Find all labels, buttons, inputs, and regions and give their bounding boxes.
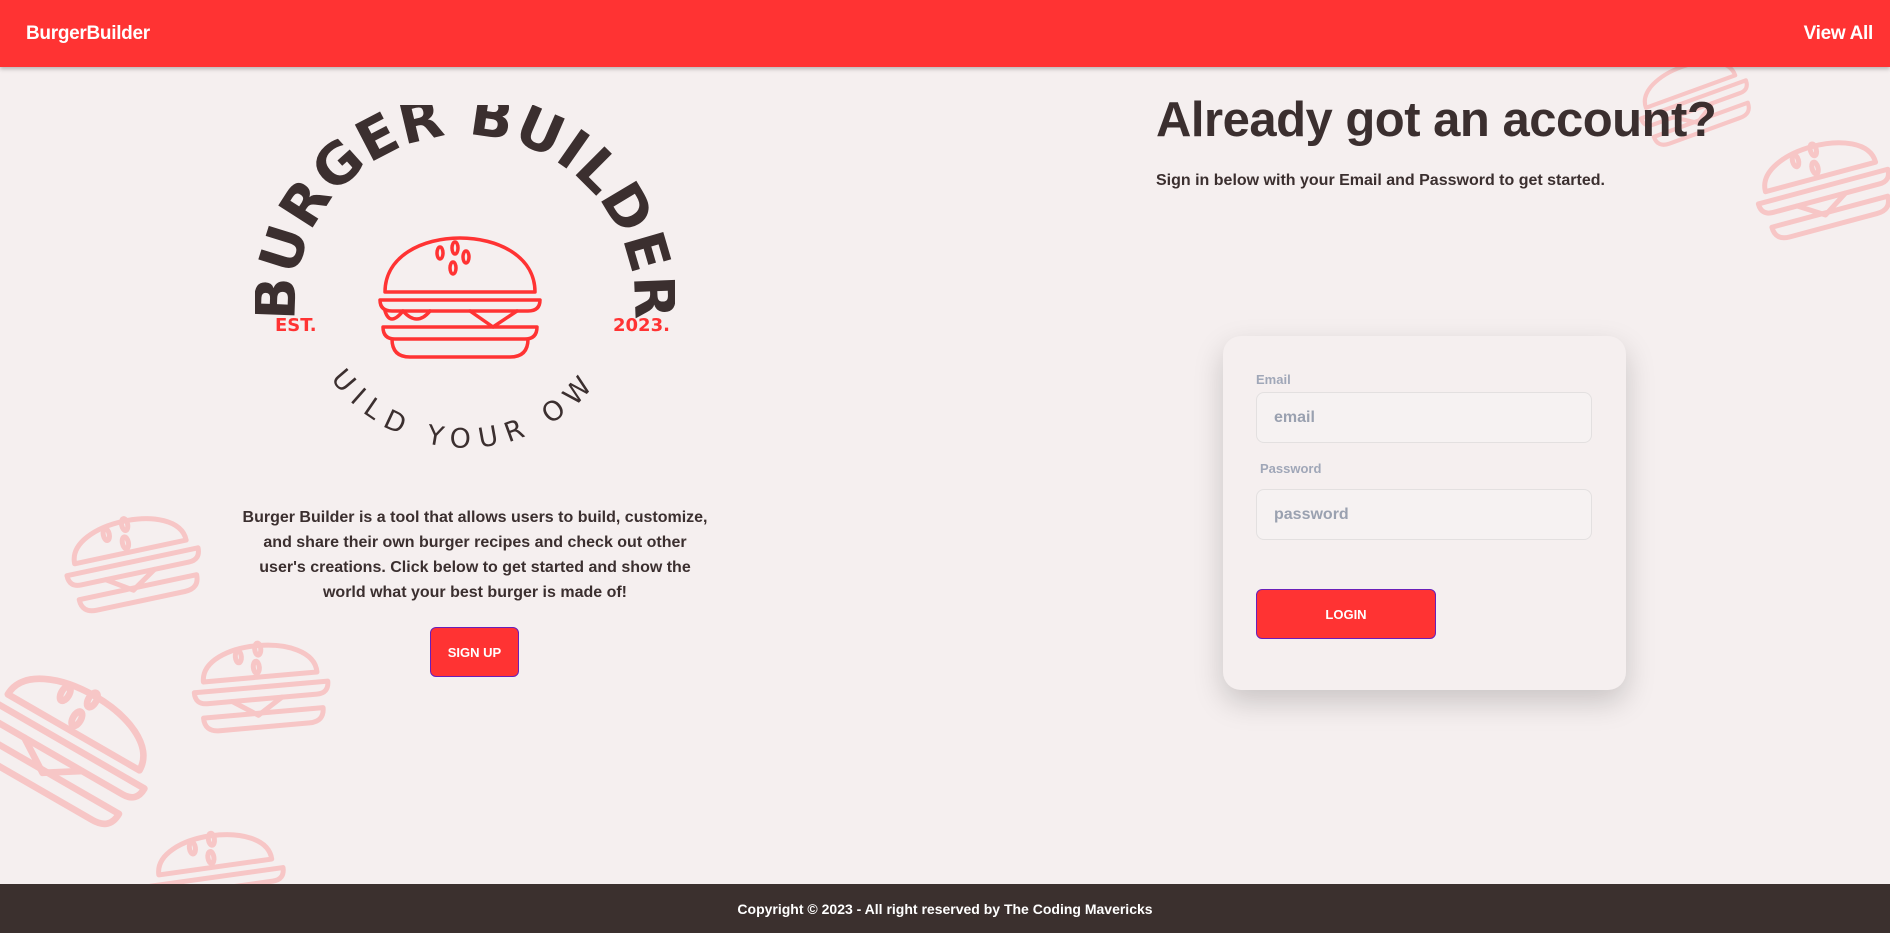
- signup-button[interactable]: SIGN UP: [430, 627, 519, 677]
- login-subheading: Sign in below with your Email and Passwo…: [1156, 172, 1605, 189]
- footer: Copyright © 2023 - All right reserved by…: [0, 884, 1890, 933]
- view-all-link[interactable]: View All: [1804, 23, 1874, 45]
- burger-icon: [378, 236, 542, 359]
- background-burger-icon: [44, 476, 216, 625]
- burger-builder-logo: BURGER BUILDER BUILD YOUR OWN EST. 2023.: [240, 81, 685, 475]
- logo-title-text: BURGER BUILDER: [255, 105, 675, 321]
- login-button[interactable]: LOGIN: [1256, 589, 1436, 639]
- email-field[interactable]: [1256, 392, 1592, 443]
- login-heading: Already got an account?: [1156, 93, 1717, 147]
- password-field[interactable]: [1256, 489, 1592, 540]
- brand-link[interactable]: BurgerBuilder: [26, 23, 150, 45]
- background-burger-icon: [180, 609, 340, 742]
- email-label: Email: [1256, 372, 1291, 387]
- password-label: Password: [1260, 461, 1322, 476]
- footer-copyright: Copyright © 2023 - All right reserved by…: [737, 900, 1153, 917]
- login-form: Email Password LOGIN: [1223, 336, 1626, 690]
- intro-description: Burger Builder is a tool that allows use…: [242, 509, 708, 601]
- logo-year-text: 2023.: [613, 315, 670, 336]
- background-burger-icon: [1732, 98, 1890, 253]
- logo-est-text: EST.: [275, 315, 317, 336]
- navbar: BurgerBuilder View All: [0, 0, 1890, 67]
